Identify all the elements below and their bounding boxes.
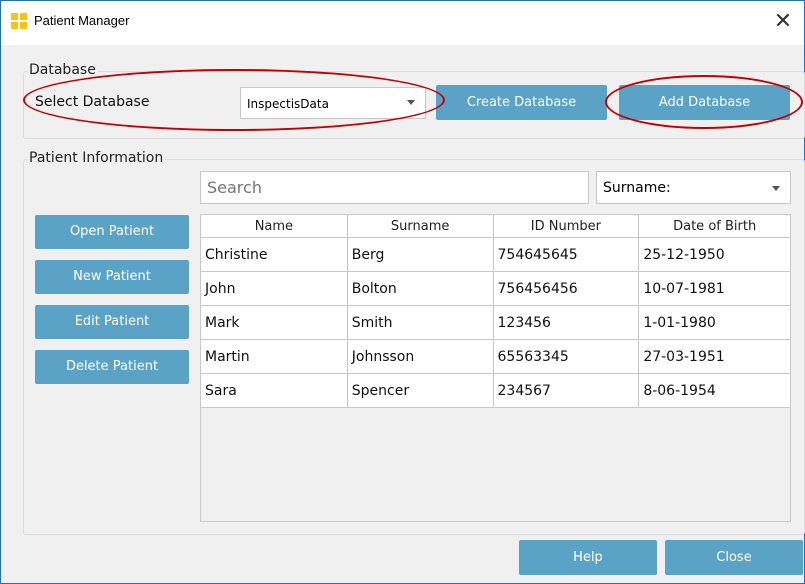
cell-name: Christine <box>200 237 348 272</box>
table-row[interactable]: John Bolton 756456456 10-07-1981 <box>200 271 791 306</box>
cell-surname: Berg <box>346 237 494 272</box>
column-header-id-number[interactable]: ID Number <box>492 214 640 238</box>
database-select-value: InspectisData <box>247 97 329 111</box>
cell-date-of-birth: 1-01-1980 <box>638 305 791 340</box>
close-button[interactable]: Close <box>665 540 803 575</box>
app-grid-icon <box>11 13 27 29</box>
database-group-title: Database <box>27 62 98 78</box>
chevron-down-icon <box>772 186 780 191</box>
cell-date-of-birth: 25-12-1950 <box>638 237 791 272</box>
create-database-button[interactable]: Create Database <box>436 85 607 120</box>
cell-id-number: 234567 <box>492 373 640 408</box>
cell-date-of-birth: 10-07-1981 <box>638 271 791 306</box>
patient-manager-window: Patient Manager ✕ Database Select Databa… <box>0 0 805 584</box>
patient-table: Name Surname ID Number Date of Birth Chr… <box>200 214 791 408</box>
table-row[interactable]: Christine Berg 754645645 25-12-1950 <box>200 237 791 272</box>
close-icon[interactable]: ✕ <box>768 7 798 37</box>
cell-surname: Johnsson <box>346 339 494 374</box>
search-filter-select[interactable]: Surname: <box>596 171 791 204</box>
database-select[interactable]: InspectisData <box>240 87 426 119</box>
edit-patient-button[interactable]: Edit Patient <box>35 305 189 339</box>
cell-surname: Bolton <box>346 271 494 306</box>
cell-date-of-birth: 8-06-1954 <box>638 373 791 408</box>
select-database-label: Select Database <box>35 94 150 110</box>
column-header-date-of-birth[interactable]: Date of Birth <box>638 214 791 238</box>
cell-name: John <box>200 271 348 306</box>
table-row[interactable]: Mark Smith 123456 1-01-1980 <box>200 305 791 340</box>
search-input[interactable] <box>201 172 588 203</box>
table-row[interactable]: Sara Spencer 234567 8-06-1954 <box>200 373 791 408</box>
add-database-button[interactable]: Add Database <box>619 85 790 120</box>
cell-name: Mark <box>200 305 348 340</box>
cell-name: Martin <box>200 339 348 374</box>
cell-id-number: 756456456 <box>492 271 640 306</box>
help-button[interactable]: Help <box>519 540 657 575</box>
table-row[interactable]: Martin Johnsson 65563345 27-03-1951 <box>200 339 791 374</box>
column-header-surname[interactable]: Surname <box>346 214 494 238</box>
cell-date-of-birth: 27-03-1951 <box>638 339 791 374</box>
delete-patient-button[interactable]: Delete Patient <box>35 350 189 384</box>
window-title: Patient Manager <box>34 13 130 28</box>
column-header-name[interactable]: Name <box>200 214 348 238</box>
chevron-down-icon <box>407 100 415 105</box>
cell-id-number: 123456 <box>492 305 640 340</box>
open-patient-button[interactable]: Open Patient <box>35 215 189 249</box>
cell-surname: Spencer <box>346 373 494 408</box>
patient-information-title: Patient Information <box>27 150 166 166</box>
search-input-box[interactable] <box>200 171 589 204</box>
cell-surname: Smith <box>346 305 494 340</box>
title-bar: Patient Manager ✕ <box>1 1 804 45</box>
new-patient-button[interactable]: New Patient <box>35 260 189 294</box>
cell-id-number: 65563345 <box>492 339 640 374</box>
cell-id-number: 754645645 <box>492 237 640 272</box>
search-filter-value: Surname: <box>603 180 671 196</box>
table-header-row: Name Surname ID Number Date of Birth <box>200 214 791 238</box>
cell-name: Sara <box>200 373 348 408</box>
